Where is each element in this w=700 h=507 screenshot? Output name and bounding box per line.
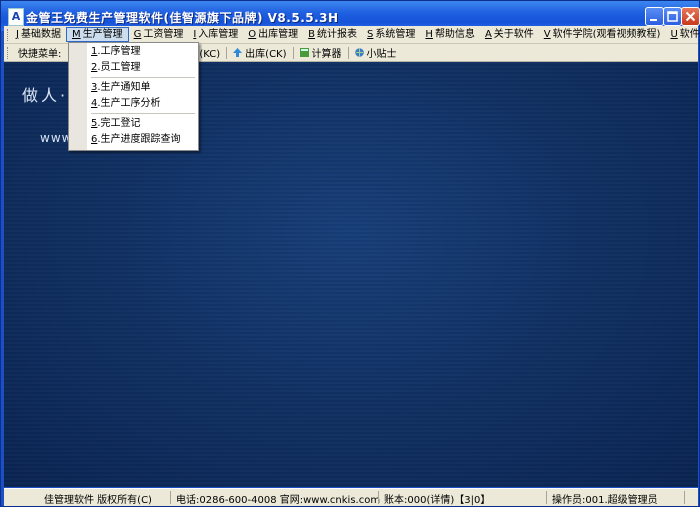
menu-basic-data[interactable]: J 基础数据 — [11, 27, 66, 42]
outbound-button[interactable]: 出库(CK) — [229, 45, 290, 60]
maximize-button[interactable] — [663, 7, 682, 26]
dropdown-item-completion[interactable]: 5.完工登记 — [91, 116, 141, 132]
menu-upgrade[interactable]: U软件升级 — [665, 27, 700, 42]
globe-icon — [354, 48, 364, 57]
dropdown-item-process[interactable]: 1.工序管理 — [91, 44, 141, 60]
window-title: 金管王免费生产管理软件(佳智源旗下品牌) V8.5.5.3H — [26, 11, 339, 25]
close-icon — [685, 11, 696, 22]
quick-menu-label: 快捷菜单: — [18, 49, 62, 60]
menubar-grip[interactable] — [7, 28, 8, 41]
calculator-button[interactable]: 计算器 — [296, 45, 346, 60]
dropdown-item-analysis[interactable]: 4.生产工序分析 — [91, 96, 161, 112]
menu-about[interactable]: A 关于软件 — [480, 27, 539, 42]
toolbar-separator — [347, 46, 349, 59]
status-operator: 操作员:001.超级管理员 — [552, 495, 658, 506]
toolbar-separator — [292, 46, 294, 59]
dropdown-item-progress[interactable]: 6.生产进度跟踪查询 — [91, 132, 181, 148]
menu-inbound[interactable]: I 入库管理 — [188, 27, 243, 42]
close-button[interactable] — [681, 7, 700, 26]
calculator-icon — [299, 48, 309, 57]
dropdown-item-notice[interactable]: 3.生产通知单 — [91, 80, 151, 96]
dropdown-separator — [91, 77, 195, 78]
status-copyright: 佳管理软件 版权所有(C) — [44, 495, 152, 506]
menu-system[interactable]: S 系统管理 — [362, 27, 420, 42]
status-bar: 佳管理软件 版权所有(C) 电话:0286-600-4008 官网:www.cn… — [4, 488, 698, 506]
dropdown-item-employee[interactable]: 2.员工管理 — [91, 60, 141, 76]
status-contact: 电话:0286-600-4008 官网:www.cnkis.com — [176, 495, 381, 506]
status-account[interactable]: 账本:000(详情)【3|0】 — [384, 491, 490, 506]
maximize-icon — [667, 11, 678, 22]
minimize-button[interactable] — [645, 7, 664, 26]
menu-payroll[interactable]: G 工资管理 — [129, 27, 189, 42]
app-logo-icon: A — [8, 8, 24, 26]
tips-button[interactable]: 小贴士 — [351, 45, 401, 60]
toolbar-grip[interactable] — [7, 46, 11, 59]
toolbar-separator — [226, 46, 228, 59]
app-window: A 金管王免费生产管理软件(佳智源旗下品牌) V8.5.5.3H J 基础数据 M… — [0, 0, 700, 507]
dropdown-separator — [91, 113, 195, 114]
menu-outbound[interactable]: O 出库管理 — [243, 27, 303, 42]
menu-help[interactable]: H 帮助信息 — [420, 27, 480, 42]
menu-reports[interactable]: B 统计报表 — [303, 27, 362, 42]
slogan-text: 做人· — [22, 86, 69, 105]
production-dropdown-menu: 1.工序管理 2.员工管理 3.生产通知单 4.生产工序分析 5.完工登记 6.… — [68, 42, 199, 151]
menu-academy[interactable]: V 软件学院(观看视频教程) — [539, 27, 666, 42]
arrow-up-icon — [233, 48, 243, 57]
menu-production[interactable]: M 生产管理 — [65, 27, 129, 42]
minimize-icon — [650, 19, 657, 21]
